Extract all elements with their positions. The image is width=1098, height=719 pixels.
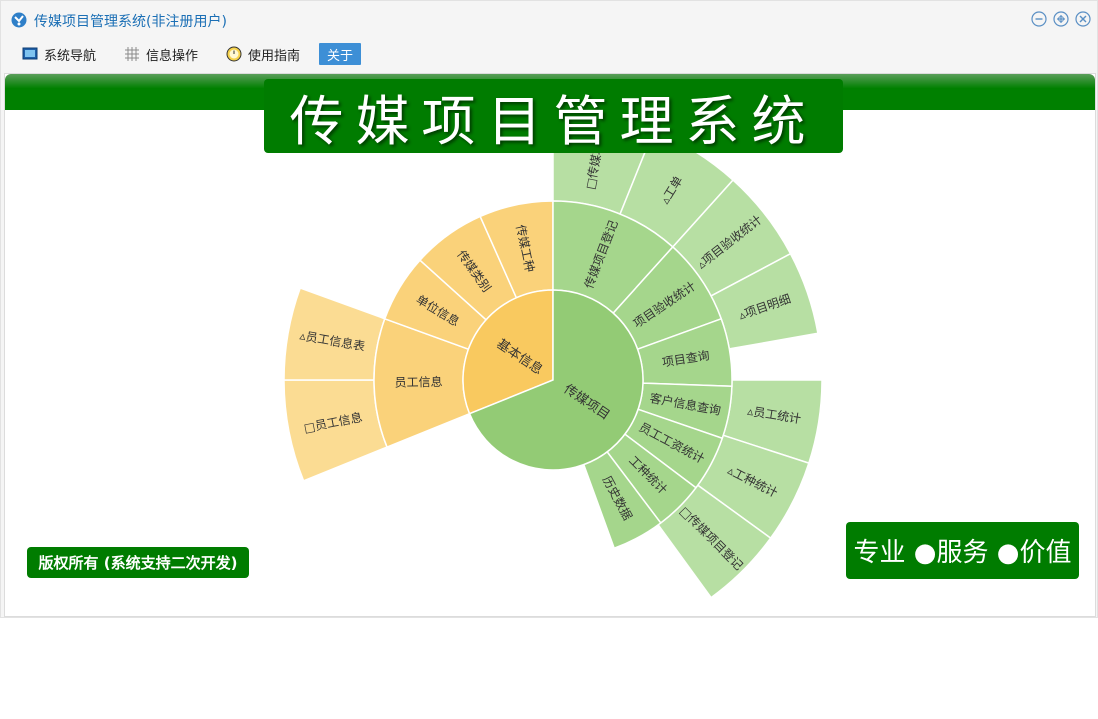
monitor-icon — [22, 47, 38, 60]
close-icon[interactable] — [1075, 11, 1091, 27]
copyright-text: 版权所有 (系统支持二次开发) — [38, 554, 238, 572]
app-window: 传媒项目管理系统(非注册用户) 系统导航 信息操作 使用指南 关于 □员工信息 … — [0, 0, 1098, 618]
menu-system-nav[interactable]: 系统导航 — [22, 43, 96, 65]
main-content: □员工信息 ▵员工信息表 □传媒项目 ▵工单 ▵项目验收统计 ▵项目明细 ▵员工统计 ▵工种统… — [4, 73, 1096, 617]
menu-label: 系统导航 — [44, 48, 97, 64]
menu-bar: 系统导航 信息操作 使用指南 关于 — [1, 39, 1097, 69]
system-banner: 传媒项目管理系统 — [264, 79, 843, 153]
menu-label: 使用指南 — [248, 48, 301, 64]
grid-icon — [125, 47, 139, 61]
menu-user-guide[interactable]: 使用指南 — [226, 43, 300, 65]
leaf-0-0-0-arc[interactable] — [283, 379, 389, 482]
title-bar: 传媒项目管理系统(非注册用户) — [1, 1, 1097, 39]
menu-info-ops[interactable]: 信息操作 — [124, 43, 198, 65]
window-title: 传媒项目管理系统(非注册用户) — [34, 14, 227, 30]
app-logo-icon — [11, 12, 27, 28]
leaf-0-0-0[interactable]: □员工信息 — [283, 379, 389, 482]
leaf-0-0-1[interactable]: ▵员工信息表 — [283, 287, 386, 381]
minimize-icon[interactable] — [1031, 11, 1047, 27]
slogan-text: 专业 ●服务 ●价值 — [853, 538, 1072, 568]
node-0-0-label: 员工信息 — [394, 374, 442, 390]
maximize-icon[interactable] — [1053, 11, 1069, 27]
copyright-badge: 版权所有 (系统支持二次开发) — [27, 547, 249, 578]
slogan-badge: 专业 ●服务 ●价值 — [846, 522, 1079, 579]
menu-about[interactable]: 关于 — [319, 43, 362, 65]
clock-icon — [226, 46, 242, 62]
menu-label: 关于 — [327, 48, 354, 64]
banner-title: 传媒项目管理系统 — [289, 89, 818, 153]
menu-label: 信息操作 — [146, 48, 199, 64]
